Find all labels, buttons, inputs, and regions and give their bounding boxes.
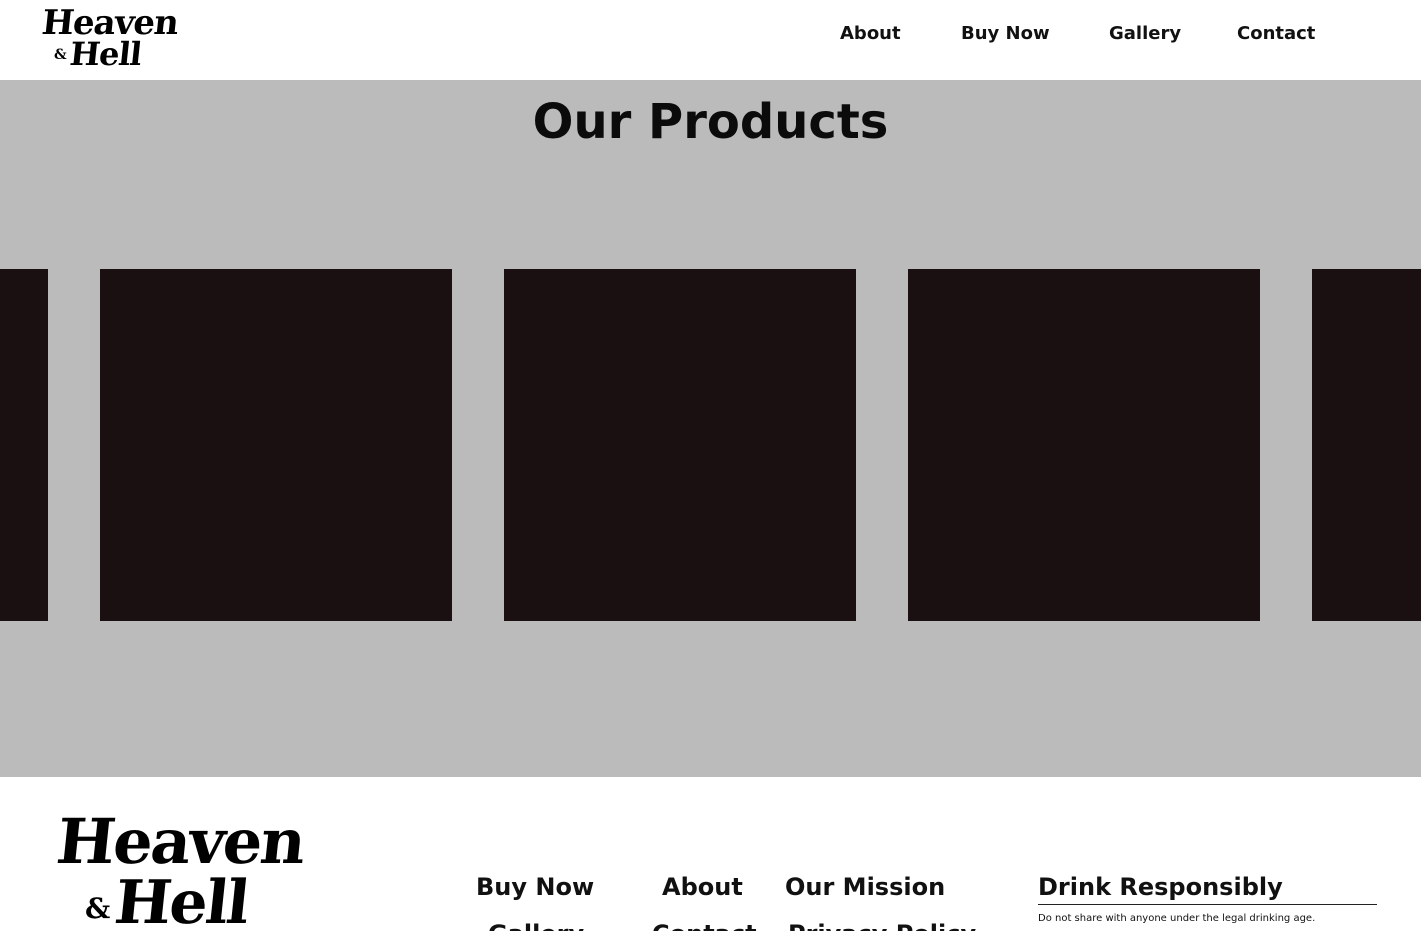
footer-privacy-policy-link[interactable]: Privacy Policy [788, 920, 976, 931]
footer-gallery-link[interactable]: Gallery [488, 920, 584, 931]
footer-our-mission-link[interactable]: Our Mission [785, 873, 945, 901]
logo-ampersand: & [54, 47, 67, 63]
product-card[interactable] [908, 269, 1260, 621]
drinking-age-notice: Do not share with anyone under the legal… [1038, 913, 1316, 924]
products-section: Our Products [0, 80, 1421, 777]
product-card[interactable] [504, 269, 856, 621]
logo-word-hell: Hell [68, 35, 143, 73]
brand-logo[interactable]: Heaven & Hell [40, 3, 180, 76]
footer-logo-word-heaven: Heaven [53, 805, 308, 878]
footer-logo-word-hell: Hell [111, 868, 252, 931]
site-header: Heaven & Hell About Buy Now Gallery Cont… [0, 0, 1421, 80]
footer-buy-now-link[interactable]: Buy Now [476, 873, 594, 901]
footer-logo-ampersand: & [85, 892, 111, 925]
nav-contact-link[interactable]: Contact [1237, 23, 1315, 47]
product-card[interactable] [0, 269, 48, 621]
drink-responsibly-heading: Drink Responsibly [1038, 873, 1283, 901]
product-card[interactable] [100, 269, 452, 621]
nav-gallery-link[interactable]: Gallery [1109, 23, 1181, 47]
products-title: Our Products [532, 94, 889, 150]
divider [1038, 904, 1377, 905]
site-footer: Heaven & Hell Buy Now About Our Mission … [0, 777, 1421, 931]
footer-about-link[interactable]: About [662, 873, 743, 901]
product-card[interactable] [1312, 269, 1421, 621]
nav-about-link[interactable]: About [840, 23, 901, 47]
footer-contact-link[interactable]: Contact [652, 920, 757, 931]
nav-buy-now-link[interactable]: Buy Now [961, 23, 1050, 47]
footer-brand-logo[interactable]: Heaven & Hell [53, 805, 308, 931]
